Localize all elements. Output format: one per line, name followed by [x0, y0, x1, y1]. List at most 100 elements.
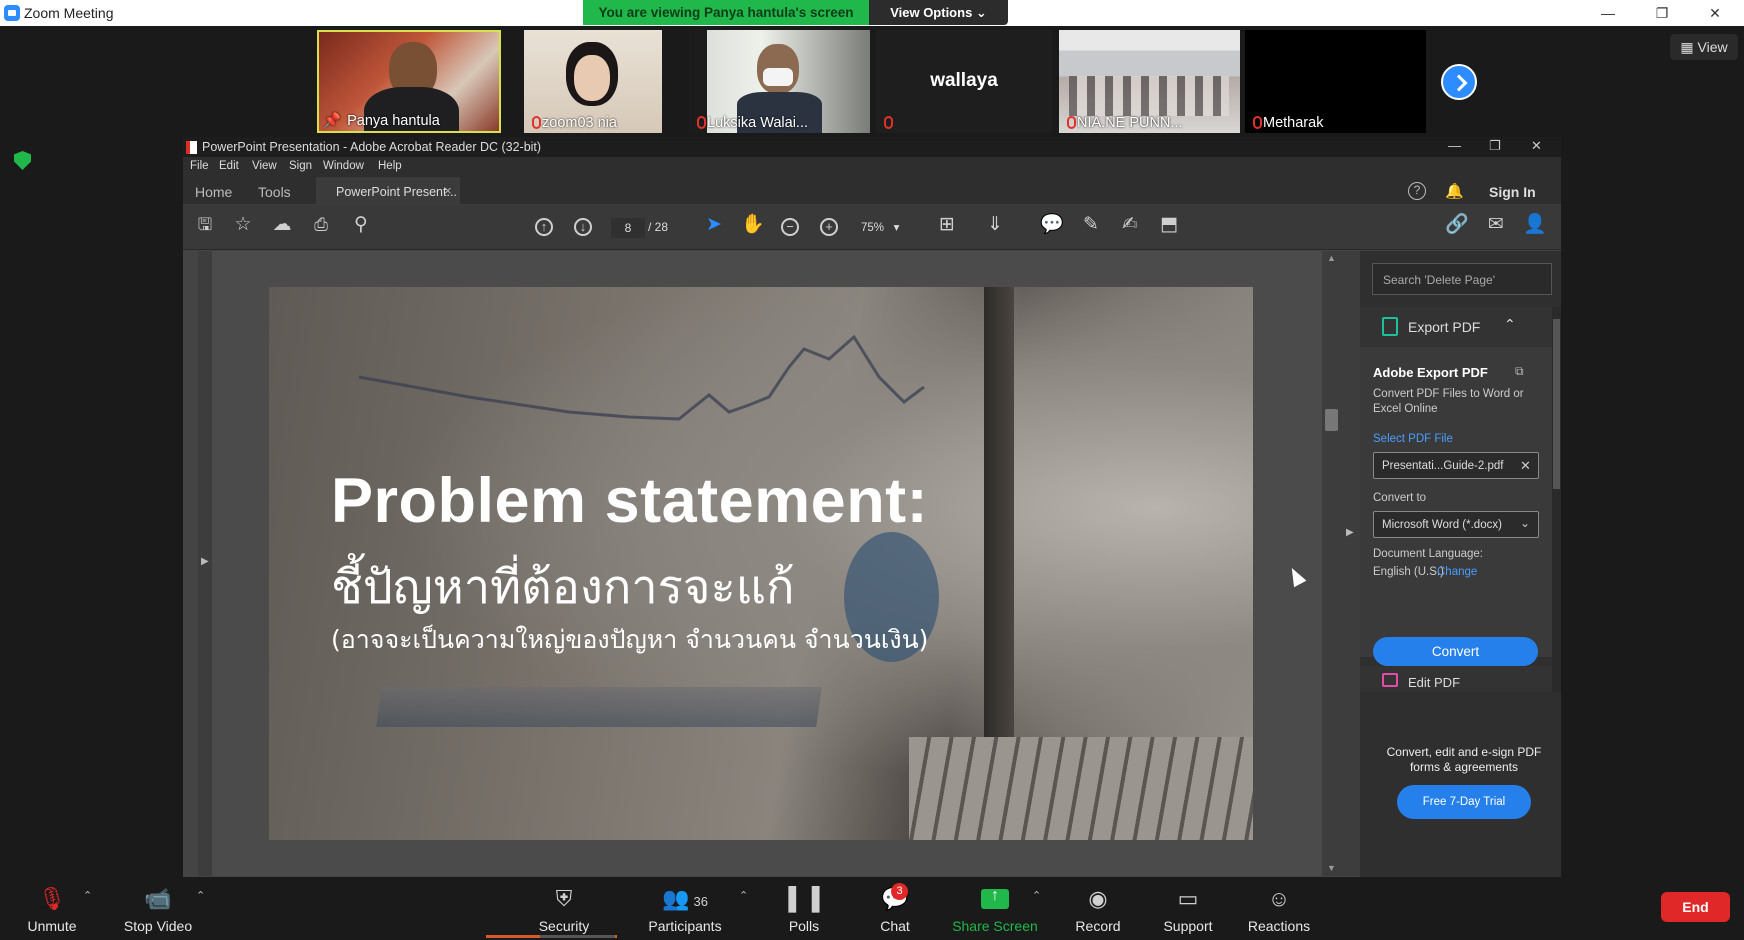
view-button[interactable]: ▦ View [1670, 34, 1738, 60]
scroll-mode-icon[interactable]: ⇓ [983, 215, 1007, 239]
unmute-label: Unmute [27, 918, 77, 934]
scroll-down-icon[interactable]: ▼ [1327, 863, 1336, 873]
slide-subtitle-thai: ชี้ปัญหาที่ต้องการจะแก้ [331, 560, 795, 615]
scroll-up-icon[interactable]: ▲ [1327, 253, 1336, 263]
page-number-input[interactable]: 8 [611, 218, 645, 238]
chevron-down-icon: ⌄ [1520, 516, 1531, 530]
free-trial-button[interactable]: Free 7-Day Trial [1397, 785, 1531, 819]
previous-page-icon[interactable]: ↑ [535, 218, 553, 236]
convert-button[interactable]: Convert [1373, 637, 1538, 666]
zoom-out-icon[interactable]: − [781, 218, 799, 236]
participants-count: 36 [693, 894, 708, 909]
hand-tool-icon[interactable]: ✋ [741, 215, 765, 239]
notifications-bell-icon[interactable]: 🔔 [1445, 182, 1464, 200]
add-user-icon[interactable]: 👤 [1523, 215, 1547, 239]
chevron-up-icon[interactable]: ⌃ [1504, 316, 1516, 333]
menu-help[interactable]: Help [378, 160, 402, 172]
fit-page-icon[interactable]: ⊞ [935, 215, 959, 239]
record-icon: ◉ [1088, 886, 1108, 911]
edit-tag-icon[interactable]: ⬒ [1157, 215, 1181, 239]
select-cursor-icon[interactable]: ➤ [702, 215, 726, 239]
tools-scrollbar[interactable] [1552, 307, 1561, 692]
menu-edit[interactable]: Edit [219, 160, 239, 172]
participant-tile[interactable]: 📌 Panya hantula [317, 30, 501, 133]
reactions-label: Reactions [1247, 918, 1311, 934]
tab-document[interactable]: PowerPoint Present... × [316, 177, 460, 205]
video-options-caret-icon[interactable]: ⌃ [196, 889, 205, 902]
encryption-shield-icon[interactable] [14, 151, 31, 170]
edit-pdf-tool[interactable]: Edit PDF [1360, 666, 1552, 692]
support-button[interactable]: ▭ Support [1160, 885, 1216, 934]
highlight-pen-icon[interactable]: ✎ [1079, 215, 1103, 239]
menu-sign[interactable]: Sign [289, 160, 312, 172]
tab-close-icon[interactable]: × [444, 183, 452, 198]
menu-view[interactable]: View [252, 160, 277, 172]
promo-area: Convert, edit and e-sign PDF forms & agr… [1360, 693, 1561, 877]
security-button[interactable]: ⛨ Security [532, 885, 596, 934]
zoom-level-select[interactable]: 75% ▾ [861, 220, 899, 234]
slide-title: Problem statement: [331, 466, 929, 536]
participant-tile[interactable]: Metharak [1245, 30, 1426, 133]
zoom-in-icon[interactable]: + [820, 218, 838, 236]
tab-home[interactable]: Home [195, 184, 232, 200]
convert-format-select[interactable]: Microsoft Word (*.docx) ⌄ [1373, 511, 1539, 538]
comment-icon[interactable]: 💬 [1040, 215, 1064, 239]
share-screen-button[interactable]: Share Screen [952, 885, 1038, 934]
document-scrollbar[interactable]: ▲ ▼ [1322, 251, 1342, 876]
sign-in-button[interactable]: Sign In [1489, 184, 1536, 200]
video-camera-icon: 📹 [144, 886, 172, 911]
participants-options-caret-icon[interactable]: ⌃ [739, 889, 748, 902]
left-pane-toggle[interactable]: ▶ [198, 251, 212, 876]
participant-tile[interactable]: Luksika Walai... [689, 30, 870, 133]
end-meeting-button[interactable]: End [1661, 892, 1730, 922]
bookmark-star-icon[interactable]: ☆ [231, 215, 255, 239]
participant-tile[interactable]: zoom03 nia [524, 30, 662, 133]
participant-tile[interactable]: NIA.NE PUNN... [1059, 30, 1240, 133]
acrobat-restore-button[interactable]: ❐ [1489, 138, 1501, 154]
acrobat-minimize-button[interactable]: — [1448, 138, 1461, 153]
document-viewer[interactable]: ▶ Problem statement: ชี้ปัญหาที่ต้องการจ… [198, 251, 1344, 876]
upload-cloud-icon[interactable]: ☁ [270, 215, 294, 239]
participant-tile[interactable]: wallaya [876, 30, 1052, 133]
tools-scroll-thumb[interactable] [1553, 319, 1560, 489]
email-icon[interactable]: ✉ [1484, 215, 1508, 239]
tab-tools[interactable]: Tools [258, 184, 291, 200]
menu-window[interactable]: Window [323, 160, 364, 172]
next-page-arrow-icon[interactable] [1441, 64, 1477, 100]
close-button[interactable]: ✕ [1695, 2, 1735, 24]
copy-icon[interactable]: ⧉ [1515, 364, 1524, 379]
participants-button[interactable]: 👥 36 Participants [643, 885, 727, 934]
change-language-link[interactable]: Change [1437, 566, 1477, 578]
export-pdf-header[interactable]: Export PDF ⌃ [1360, 307, 1552, 347]
tools-search-input[interactable]: Search 'Delete Page' [1372, 263, 1552, 295]
record-button[interactable]: ◉ Record [1073, 885, 1123, 934]
audio-options-caret-icon[interactable]: ⌃ [83, 889, 92, 902]
save-icon[interactable]: 🖫 [193, 215, 217, 239]
print-icon[interactable]: ⎙ [309, 215, 333, 239]
reactions-button[interactable]: ☺ Reactions [1246, 885, 1312, 934]
share-link-icon[interactable]: 🔗 [1445, 215, 1469, 239]
remove-file-icon[interactable]: ✕ [1520, 458, 1531, 474]
minimize-button[interactable]: — [1588, 2, 1628, 24]
sign-icon[interactable]: ✍ [1118, 215, 1142, 239]
restore-button[interactable]: ❐ [1642, 2, 1682, 24]
selected-file-field[interactable]: Presentati...Guide-2.pdf ✕ [1373, 452, 1539, 479]
participant-name: zoom03 nia [542, 115, 617, 131]
slide-note-thai: (อาจจะเป็นความใหญ่ของปัญหา จำนวนคน จำนวน… [331, 625, 929, 654]
chat-button[interactable]: 💬3 Chat [874, 883, 916, 934]
stop-video-button[interactable]: 📹 Stop Video [115, 885, 201, 934]
next-page-icon[interactable]: ↓ [574, 218, 592, 236]
unmute-button[interactable]: 🎙 Unmute [20, 885, 84, 934]
select-pdf-link[interactable]: Select PDF File [1373, 433, 1453, 445]
acrobat-close-button[interactable]: ✕ [1531, 138, 1542, 154]
right-pane-toggle[interactable]: ▶ [1342, 251, 1360, 876]
polls-button[interactable]: ▌▐ Polls [783, 885, 825, 934]
view-options-button[interactable]: View Options ⌄ [869, 0, 1008, 25]
participant-video [574, 55, 610, 101]
scroll-thumb[interactable] [1325, 409, 1338, 431]
menu-file[interactable]: File [190, 160, 209, 172]
zoom-search-icon[interactable]: ⚲ [349, 215, 373, 239]
help-icon[interactable]: ? [1408, 182, 1426, 200]
share-screen-label: Share Screen [952, 918, 1038, 934]
share-options-caret-icon[interactable]: ⌃ [1032, 889, 1041, 902]
